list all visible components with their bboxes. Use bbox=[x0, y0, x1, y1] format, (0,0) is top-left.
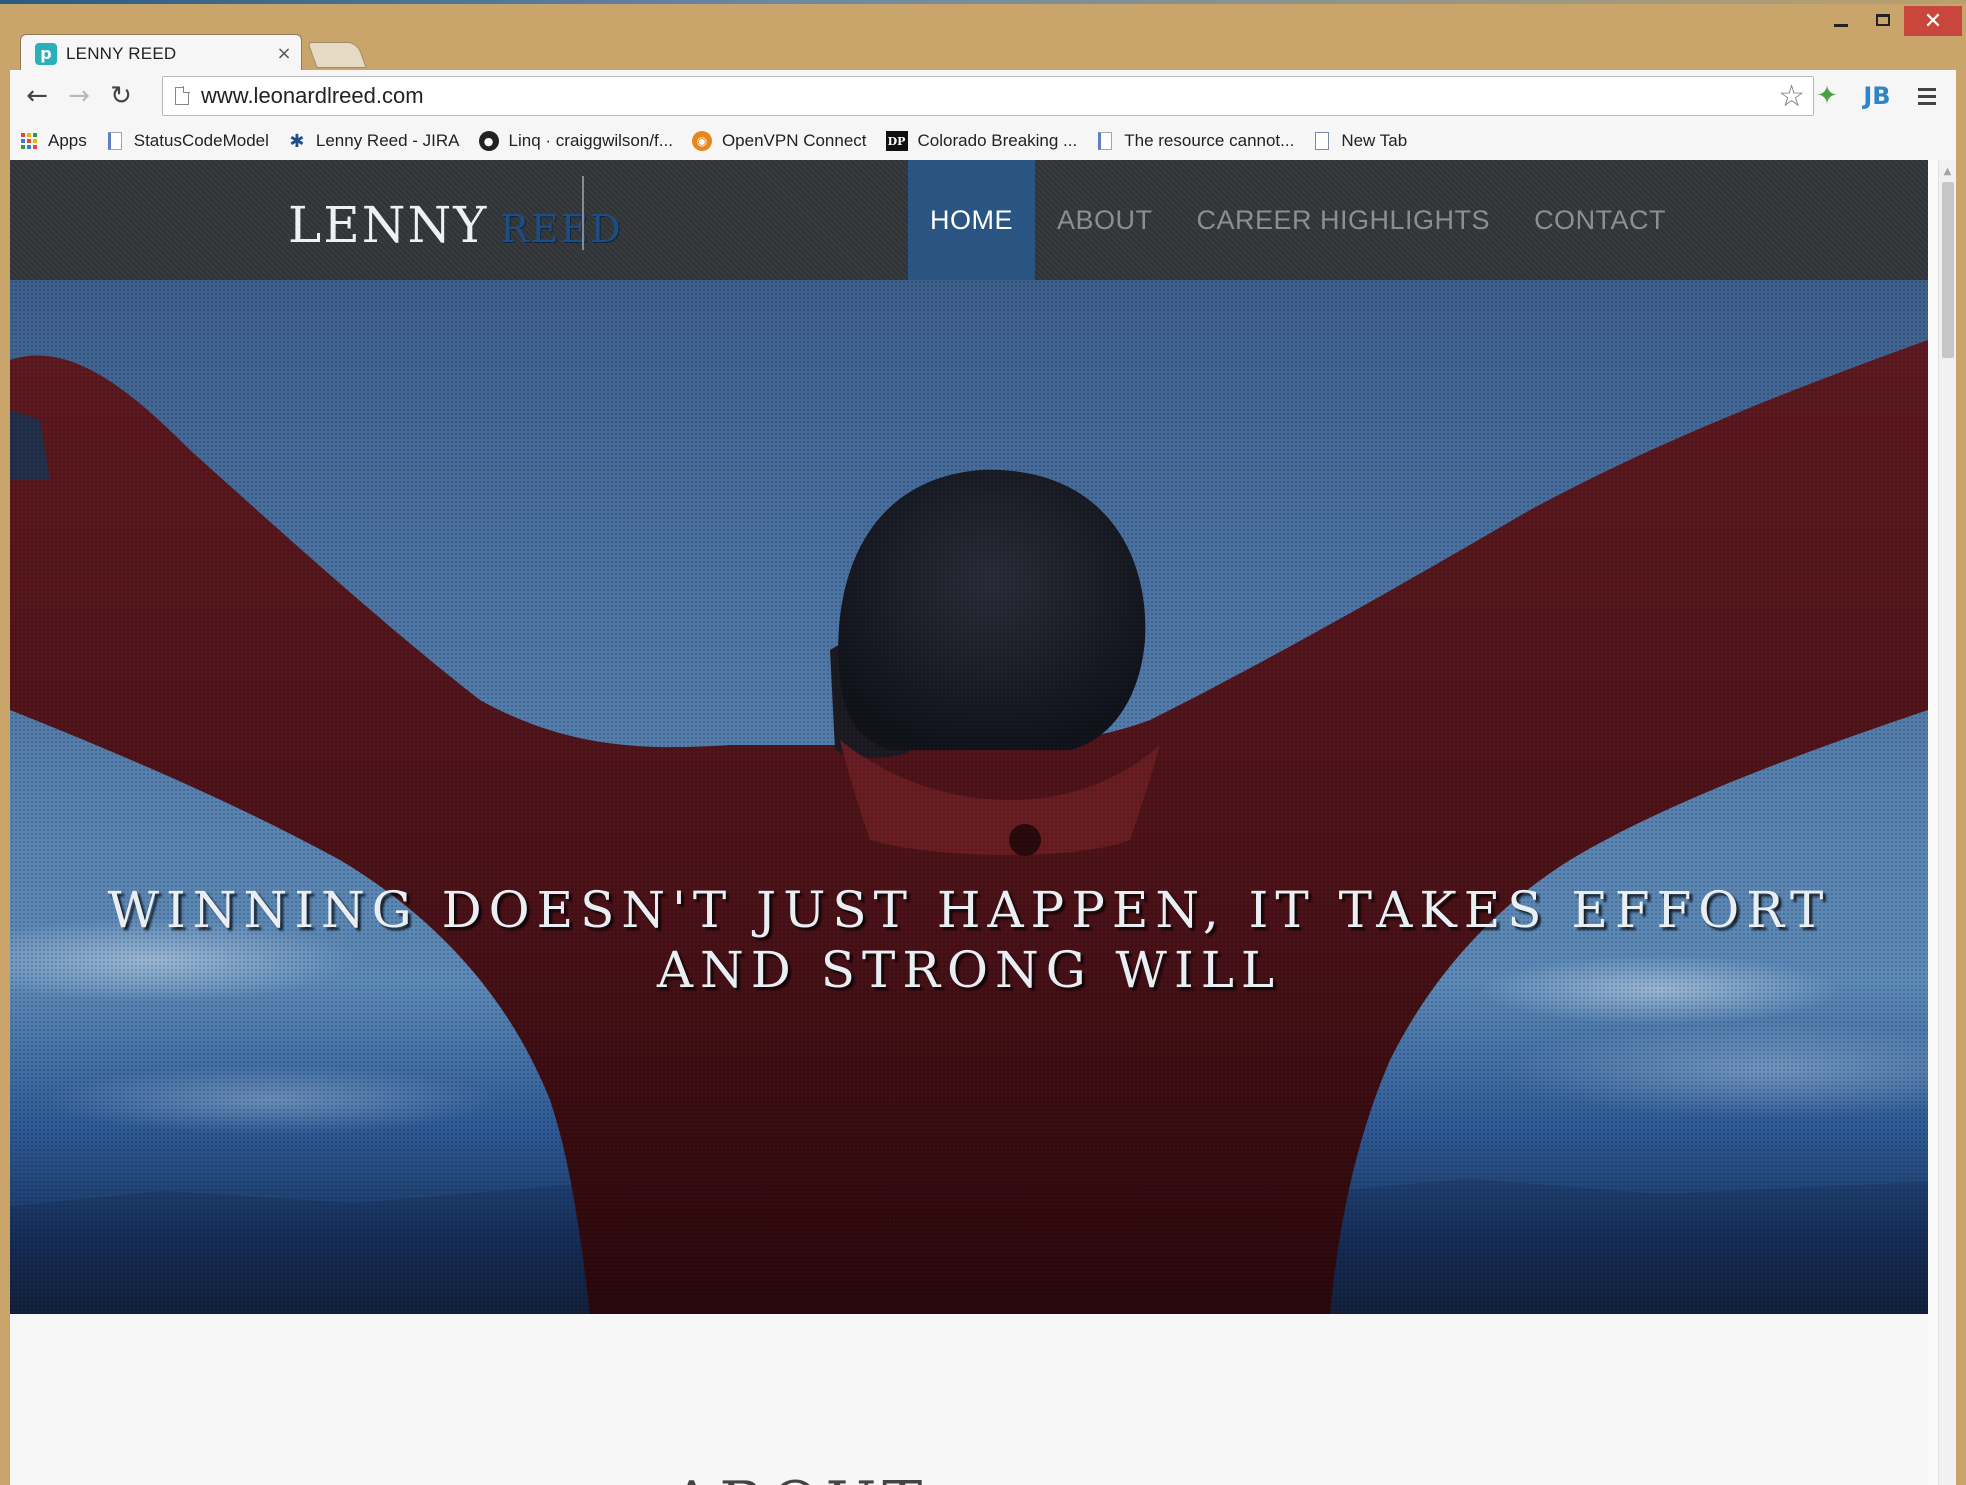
bookmark-resource-cannot[interactable]: The resource cannot... bbox=[1096, 131, 1294, 151]
page-icon bbox=[175, 86, 190, 105]
page-viewport: LENNY REED HOME ABOUT CAREER HIGHLIGHTS … bbox=[10, 160, 1956, 1485]
site-header: LENNY REED HOME ABOUT CAREER HIGHLIGHTS … bbox=[10, 160, 1928, 280]
bookmark-star-icon[interactable]: ☆ bbox=[1778, 79, 1805, 114]
logo-divider bbox=[582, 176, 584, 250]
bookmark-label: Linq · craiggwilson/f... bbox=[508, 131, 673, 150]
address-bar[interactable]: www.leonardlreed.com ☆ bbox=[162, 76, 1814, 116]
chrome-menu-button[interactable] bbox=[1908, 77, 1946, 115]
bookmark-label: Apps bbox=[48, 131, 87, 150]
bookmark-label: New Tab bbox=[1341, 131, 1408, 150]
jb-extension-icon[interactable]: JB bbox=[1858, 77, 1896, 115]
hero-quote: WINNING DOESN'T JUST HAPPEN, IT TAKES EF… bbox=[107, 881, 1831, 999]
tab-favicon-icon: p bbox=[35, 42, 57, 65]
bookmark-statuscodemodel[interactable]: StatusCodeModel bbox=[106, 131, 269, 151]
about-heading: ABOUT bbox=[670, 1469, 928, 1485]
logo-first-name: LENNY bbox=[288, 196, 489, 254]
jira-icon: ✱ bbox=[289, 130, 305, 152]
github-icon: ● bbox=[478, 131, 499, 151]
back-arrow-icon: ← bbox=[26, 81, 48, 111]
extensions-area: ✦ JB bbox=[1808, 76, 1946, 116]
tab-strip: p LENNY REED × bbox=[0, 30, 1966, 72]
openvpn-icon: ◉ bbox=[691, 131, 712, 151]
bookmark-new-tab[interactable]: New Tab bbox=[1313, 131, 1407, 151]
reload-icon: ↻ bbox=[110, 81, 132, 111]
bookmark-colorado-breaking[interactable]: DP Colorado Breaking ... bbox=[885, 131, 1078, 151]
bookmark-openvpn[interactable]: ◉ OpenVPN Connect bbox=[691, 131, 867, 151]
tab-title: LENNY REED bbox=[66, 43, 177, 63]
green-extension-icon[interactable]: ✦ bbox=[1808, 77, 1846, 115]
hero-section: WINNING DOESN'T JUST HAPPEN, IT TAKES EF… bbox=[10, 280, 1928, 1314]
forward-button[interactable]: → bbox=[58, 76, 100, 116]
bookmark-label: StatusCodeModel bbox=[133, 131, 269, 150]
new-tab-button[interactable] bbox=[307, 42, 367, 68]
browser-window: ✕ p LENNY REED × ← → ↻ www.leonardlreed.… bbox=[0, 0, 1966, 1485]
dp-icon: DP bbox=[885, 131, 908, 151]
bookmark-label: The resource cannot... bbox=[1124, 131, 1295, 150]
nav-home[interactable]: HOME bbox=[908, 160, 1035, 280]
bookmark-label: OpenVPN Connect bbox=[721, 131, 867, 150]
bookmark-apps[interactable]: Apps bbox=[20, 131, 87, 151]
hamburger-menu-icon bbox=[1918, 87, 1936, 105]
site-nav: HOME ABOUT CAREER HIGHLIGHTS CONTACT bbox=[908, 160, 1688, 280]
vertical-scrollbar[interactable]: ▲ bbox=[1938, 160, 1956, 1485]
scroll-thumb[interactable] bbox=[1942, 182, 1954, 358]
url-text[interactable]: www.leonardlreed.com bbox=[201, 83, 1778, 109]
logo-last-name: REED bbox=[500, 207, 623, 251]
browser-toolbar: ← → ↻ www.leonardlreed.com ☆ ✦ JB bbox=[0, 70, 1966, 122]
bookmark-label: Lenny Reed - JIRA bbox=[315, 131, 460, 150]
nav-contact[interactable]: CONTACT bbox=[1512, 160, 1688, 280]
maximize-icon bbox=[1876, 14, 1890, 26]
site-logo[interactable]: LENNY REED bbox=[288, 196, 623, 256]
hero-dot-overlay bbox=[10, 280, 1928, 1314]
window-top-strip bbox=[0, 0, 1966, 4]
bookmark-jira[interactable]: ✱ Lenny Reed - JIRA bbox=[288, 130, 460, 152]
page-icon bbox=[1313, 132, 1331, 150]
bookmark-linq-github[interactable]: ● Linq · craiggwilson/f... bbox=[478, 131, 673, 151]
nav-about[interactable]: ABOUT bbox=[1035, 160, 1175, 280]
forward-arrow-icon: → bbox=[68, 81, 90, 111]
minimize-icon bbox=[1834, 23, 1848, 27]
tab-lenny-reed[interactable]: p LENNY REED × bbox=[20, 34, 302, 72]
bookmark-label: Colorado Breaking ... bbox=[917, 131, 1078, 150]
scroll-up-arrow-icon[interactable]: ▲ bbox=[1939, 160, 1956, 182]
nav-career-highlights[interactable]: CAREER HIGHLIGHTS bbox=[1175, 160, 1513, 280]
tab-close-icon[interactable]: × bbox=[273, 43, 295, 64]
back-button[interactable]: ← bbox=[16, 76, 58, 116]
about-section-preview: ABOUT bbox=[10, 1314, 1928, 1485]
apps-icon bbox=[20, 132, 38, 150]
reload-button[interactable]: ↻ bbox=[100, 76, 142, 116]
document-icon bbox=[1096, 132, 1114, 150]
document-icon bbox=[106, 132, 124, 150]
bookmarks-bar: Apps StatusCodeModel ✱ Lenny Reed - JIRA… bbox=[0, 122, 1966, 160]
